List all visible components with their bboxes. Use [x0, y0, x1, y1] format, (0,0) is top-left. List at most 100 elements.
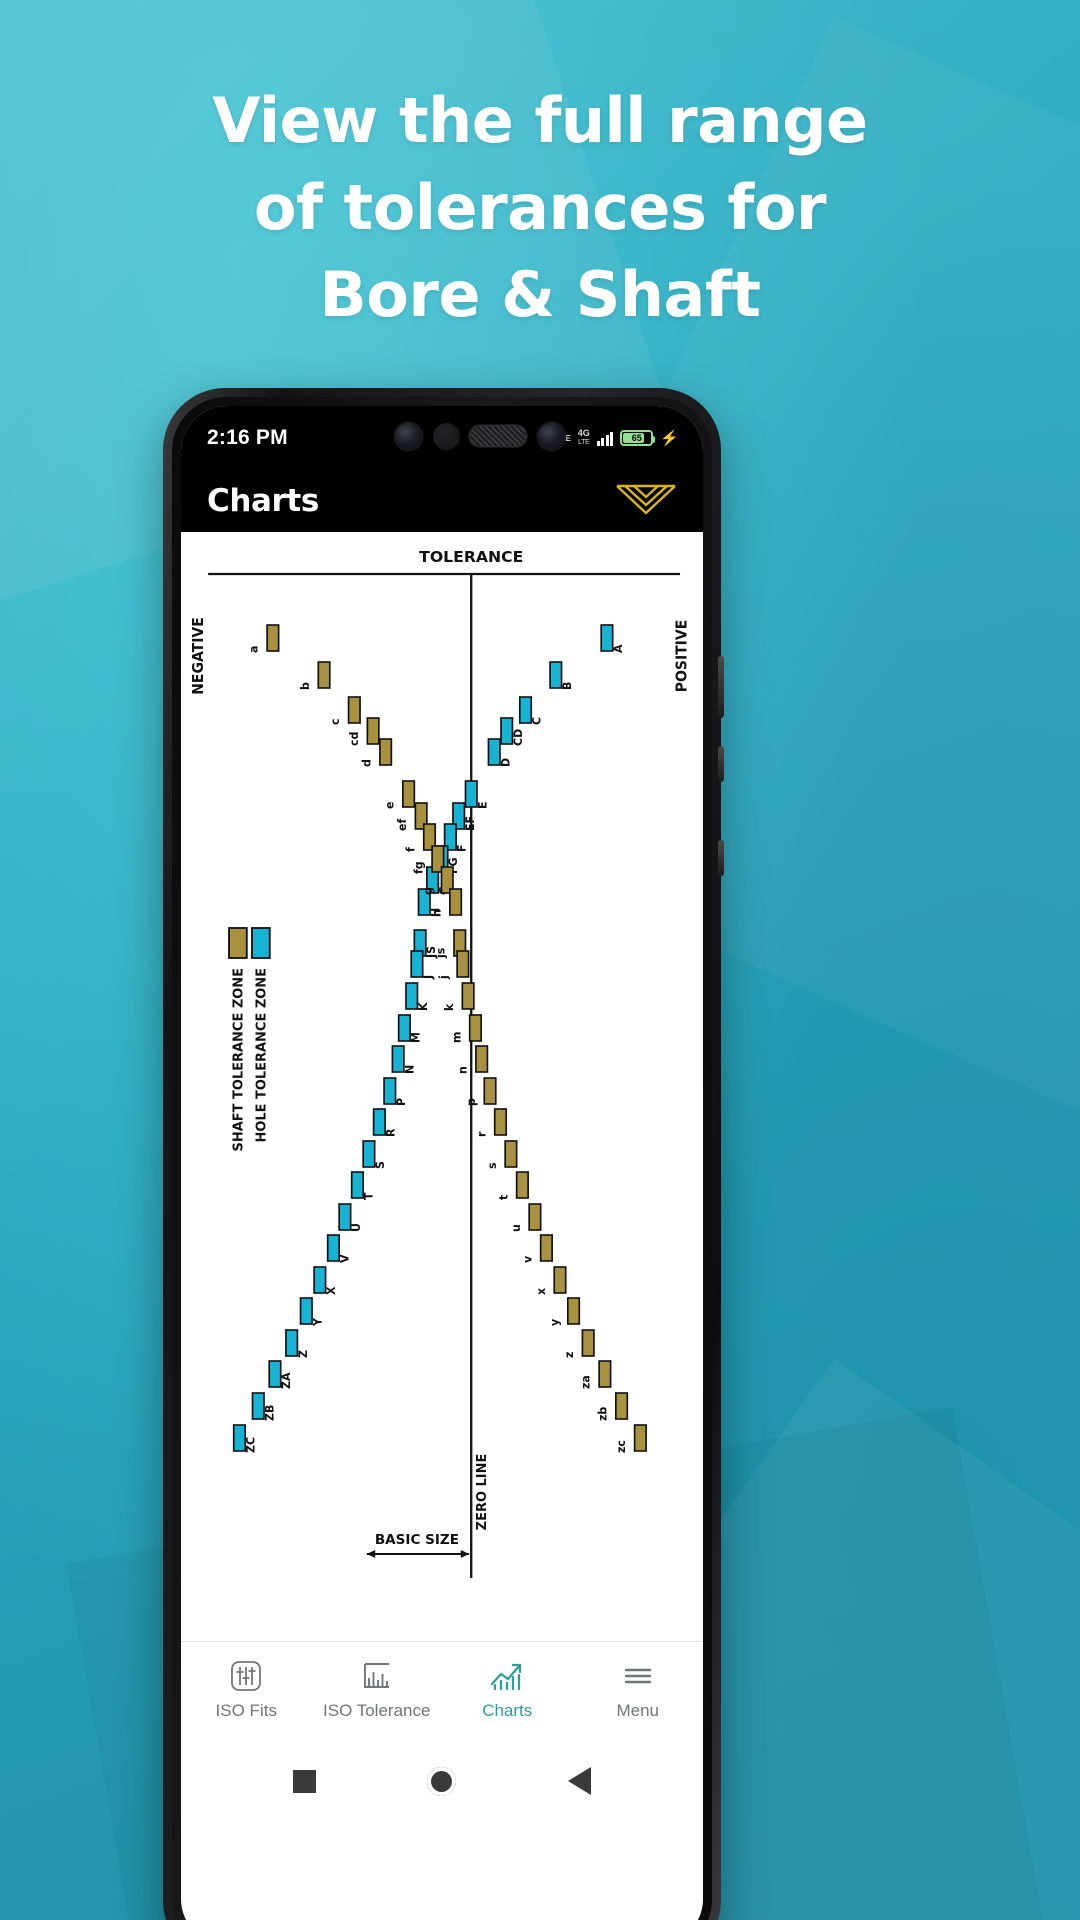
nav-item-iso-tolerance[interactable]: ISO Tolerance: [312, 1658, 443, 1721]
axis-label-basic-size: BASIC SIZE: [375, 1533, 459, 1548]
shaft-tolerance-zone-label: u: [510, 1224, 523, 1232]
nav-label-iso-fits: ISO Fits: [215, 1701, 277, 1720]
shaft-tolerance-zone-label: c: [329, 718, 342, 725]
shaft-tolerance-zone-label: m: [450, 1032, 463, 1043]
shaft-tolerance-zone-label: b: [299, 682, 312, 690]
shaft-tolerance-zone-label: zc: [615, 1440, 628, 1453]
shaft-tolerance-zone: [347, 696, 361, 724]
chart-title: TOLERANCE: [419, 548, 523, 566]
promo-headline: View the full range of tolerances for Bo…: [0, 78, 1080, 338]
hole-tolerance-zone-label: Y: [311, 1317, 324, 1327]
shaft-tolerance-zone-label: zb: [596, 1407, 609, 1421]
legend-swatch: [251, 927, 271, 959]
phone-power-button: [718, 840, 724, 876]
shaft-tolerance-zone: [468, 1014, 482, 1042]
hole-tolerance-zone-label: CD: [512, 729, 525, 746]
front-camera-icon: [395, 423, 422, 450]
tolerance-chart-svg: TOLERANCE NEGATIVE POSITIVE ZERO LINE BA…: [181, 532, 703, 1641]
hole-tolerance-zone-label: C: [530, 717, 543, 725]
shaft-tolerance-zone-label: y: [548, 1318, 561, 1326]
shaft-tolerance-zone-label: f: [404, 847, 417, 852]
shaft-tolerance-zone-label: s: [486, 1162, 499, 1169]
sensor-icon: [433, 423, 460, 450]
hole-tolerance-zone-label: X: [325, 1286, 338, 1295]
hole-tolerance-zone-label: F: [455, 844, 468, 852]
nav-item-menu[interactable]: Menu: [573, 1658, 704, 1721]
hamburger-icon: [621, 1658, 655, 1694]
nav-item-iso-fits[interactable]: ISO Fits: [181, 1658, 312, 1721]
trend-up-icon: [489, 1658, 525, 1694]
shaft-tolerance-zone-label: cd: [348, 732, 361, 746]
shaft-tolerance-zone: [379, 738, 393, 766]
lightning-bolt-icon: ⚡: [660, 429, 679, 447]
battery-icon: 65: [620, 430, 656, 446]
network-type-icon: 4G LTE: [578, 428, 590, 448]
legend-swatch: [228, 927, 248, 959]
hole-tolerance-zone-label: N: [403, 1065, 416, 1074]
bottom-navigation: ISO Fits ISO Tolerance Charts Menu: [181, 1641, 703, 1737]
shaft-tolerance-zone-label: js: [434, 947, 447, 959]
hole-tolerance-zone-label: P: [395, 1098, 408, 1106]
phone-volume-up-button: [718, 656, 724, 718]
shaft-tolerance-zone-label: g: [422, 887, 435, 895]
phone-bezel: 2:16 PM VoLTE 4G LTE 65 ⚡ Charts TOLERAN…: [172, 397, 712, 1920]
status-clock: 2:16 PM: [207, 426, 288, 449]
hole-tolerance-zone-label: V: [338, 1254, 351, 1263]
shaft-tolerance-zone: [528, 1203, 542, 1231]
app-bar: Charts: [181, 470, 703, 532]
hole-tolerance-zone-label: Z: [297, 1350, 310, 1358]
shaft-tolerance-zone-label: p: [465, 1098, 478, 1106]
shaft-tolerance-zone-label: a: [248, 646, 261, 653]
circle-icon[interactable]: [427, 1766, 457, 1796]
status-bar: 2:16 PM VoLTE 4G LTE 65 ⚡: [181, 406, 703, 470]
shaft-tolerance-zone: [456, 950, 470, 978]
earpiece-speaker-icon: [470, 426, 526, 446]
nav-label-menu: Menu: [616, 1701, 660, 1720]
shaft-tolerance-zone: [598, 1360, 612, 1388]
legend-label: SHAFT TOLERANCE ZONE: [231, 968, 246, 1151]
hole-tolerance-zone-label: ZC: [244, 1437, 257, 1453]
axis-label-positive: POSITIVE: [674, 620, 690, 693]
legend-label: HOLE TOLERANCE ZONE: [254, 968, 269, 1143]
volte-icon: VoLTE: [547, 434, 571, 443]
shaft-tolerance-zone-label: d: [360, 759, 373, 767]
shaft-tolerance-zone: [553, 1266, 567, 1294]
shaft-tolerance-zone-label: fg: [412, 861, 425, 874]
hole-tolerance-zone-label: A: [612, 644, 625, 653]
shaft-tolerance-zone: [266, 624, 280, 652]
shaft-tolerance-zone-label: t: [497, 1194, 510, 1200]
phone-mockup: 2:16 PM VoLTE 4G LTE 65 ⚡ Charts TOLERAN…: [163, 388, 724, 1920]
shaft-tolerance-zone-label: ef: [396, 819, 409, 831]
headline-line-2: of tolerances for: [253, 170, 827, 244]
shaft-tolerance-zone-label: z: [563, 1352, 576, 1358]
sliders-icon: [229, 1658, 263, 1694]
hole-tolerance-zone-label: D: [499, 758, 512, 767]
hole-tolerance-zone-label: T: [362, 1192, 375, 1200]
hole-tolerance-zone-label: K: [417, 1001, 430, 1011]
shaft-tolerance-zone: [581, 1329, 595, 1357]
hole-tolerance-zone-label: E: [476, 801, 489, 809]
network-sub-label: LTE: [578, 439, 590, 446]
network-label: 4G: [577, 428, 590, 438]
shaft-tolerance-zone: [566, 1297, 581, 1325]
shaft-tolerance-zone: [483, 1077, 497, 1105]
square-icon[interactable]: [292, 1769, 316, 1793]
hole-tolerance-zone-label: EF: [464, 816, 477, 831]
hole-tolerance-zone-label: ZB: [263, 1405, 276, 1421]
shaft-tolerance-zone: [493, 1108, 508, 1136]
nav-label-charts: Charts: [482, 1701, 533, 1720]
tolerance-chart[interactable]: TOLERANCE NEGATIVE POSITIVE ZERO LINE BA…: [181, 532, 703, 1641]
headline-line-1: View the full range: [212, 84, 868, 157]
triangle-back-icon[interactable]: [568, 1767, 592, 1795]
android-system-nav: [181, 1737, 703, 1825]
nav-item-charts[interactable]: Charts: [442, 1658, 573, 1721]
phone-volume-down-button: [718, 746, 724, 782]
phone-screen: 2:16 PM VoLTE 4G LTE 65 ⚡ Charts TOLERAN…: [181, 406, 703, 1920]
signal-strength-icon: [596, 431, 614, 446]
shaft-tolerance-zone: [448, 888, 463, 916]
shaft-tolerance-zone: [402, 780, 416, 808]
bar-chart-icon: [360, 1658, 394, 1694]
hole-tolerance-zone-label: B: [561, 682, 574, 690]
hole-tolerance-zone-label: M: [409, 1032, 422, 1043]
axis-label-negative: NEGATIVE: [191, 617, 207, 695]
